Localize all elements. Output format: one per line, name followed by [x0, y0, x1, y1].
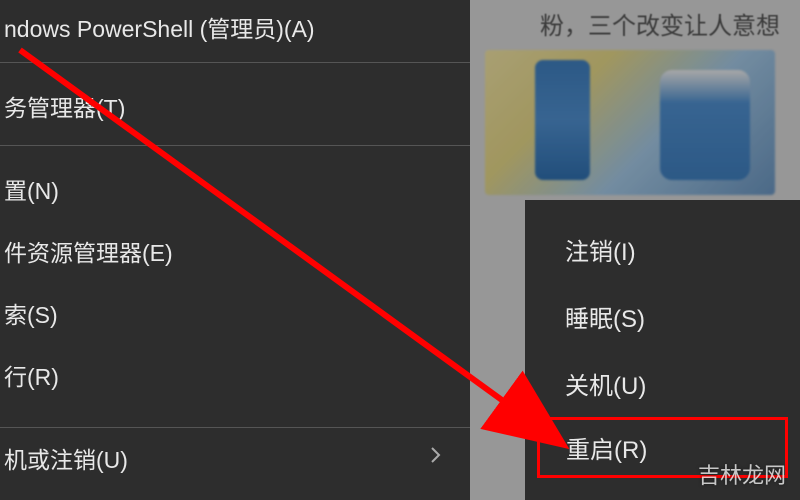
menu-item-shutdown-signout[interactable]: 机或注销(U): [0, 427, 470, 488]
submenu-item-sleep[interactable]: 睡眠(S): [525, 283, 800, 350]
menu-item-label: 索(S): [4, 302, 58, 328]
menu-item-label: 行(R): [4, 364, 59, 390]
submenu-item-label: 关机(U): [565, 373, 646, 400]
menu-item-task-manager[interactable]: 务管理器(T): [0, 75, 470, 137]
menu-item-powershell-admin[interactable]: ndows PowerShell (管理员)(A): [0, 0, 470, 54]
submenu-item-label: 注销(I): [565, 239, 636, 266]
menu-divider: [0, 62, 470, 63]
watermark-text: 吉林龙网: [698, 458, 786, 490]
chevron-right-icon: [430, 446, 442, 470]
submenu-item-label: 睡眠(S): [565, 306, 645, 333]
winx-menu: ndows PowerShell (管理员)(A) 务管理器(T) 置(N) 件…: [0, 0, 470, 500]
menu-item-run[interactable]: 行(R): [0, 344, 470, 406]
shutdown-submenu: 注销(I) 睡眠(S) 关机(U) 重启(R): [525, 200, 800, 500]
menu-item-label: 机或注销(U): [4, 447, 128, 473]
menu-item-label: 务管理器(T): [4, 95, 125, 121]
submenu-item-shutdown[interactable]: 关机(U): [525, 350, 800, 417]
menu-item-search[interactable]: 索(S): [0, 282, 470, 344]
menu-item-label: 件资源管理器(E): [4, 240, 173, 266]
submenu-item-signout[interactable]: 注销(I): [525, 216, 800, 283]
submenu-item-label: 重启(R): [566, 437, 647, 464]
menu-item-label: 置(N): [4, 178, 59, 204]
menu-item-label: ndows PowerShell (管理员)(A): [4, 16, 315, 42]
menu-item-settings[interactable]: 置(N): [0, 158, 470, 220]
menu-divider: [0, 145, 470, 146]
menu-item-file-explorer[interactable]: 件资源管理器(E): [0, 220, 470, 282]
